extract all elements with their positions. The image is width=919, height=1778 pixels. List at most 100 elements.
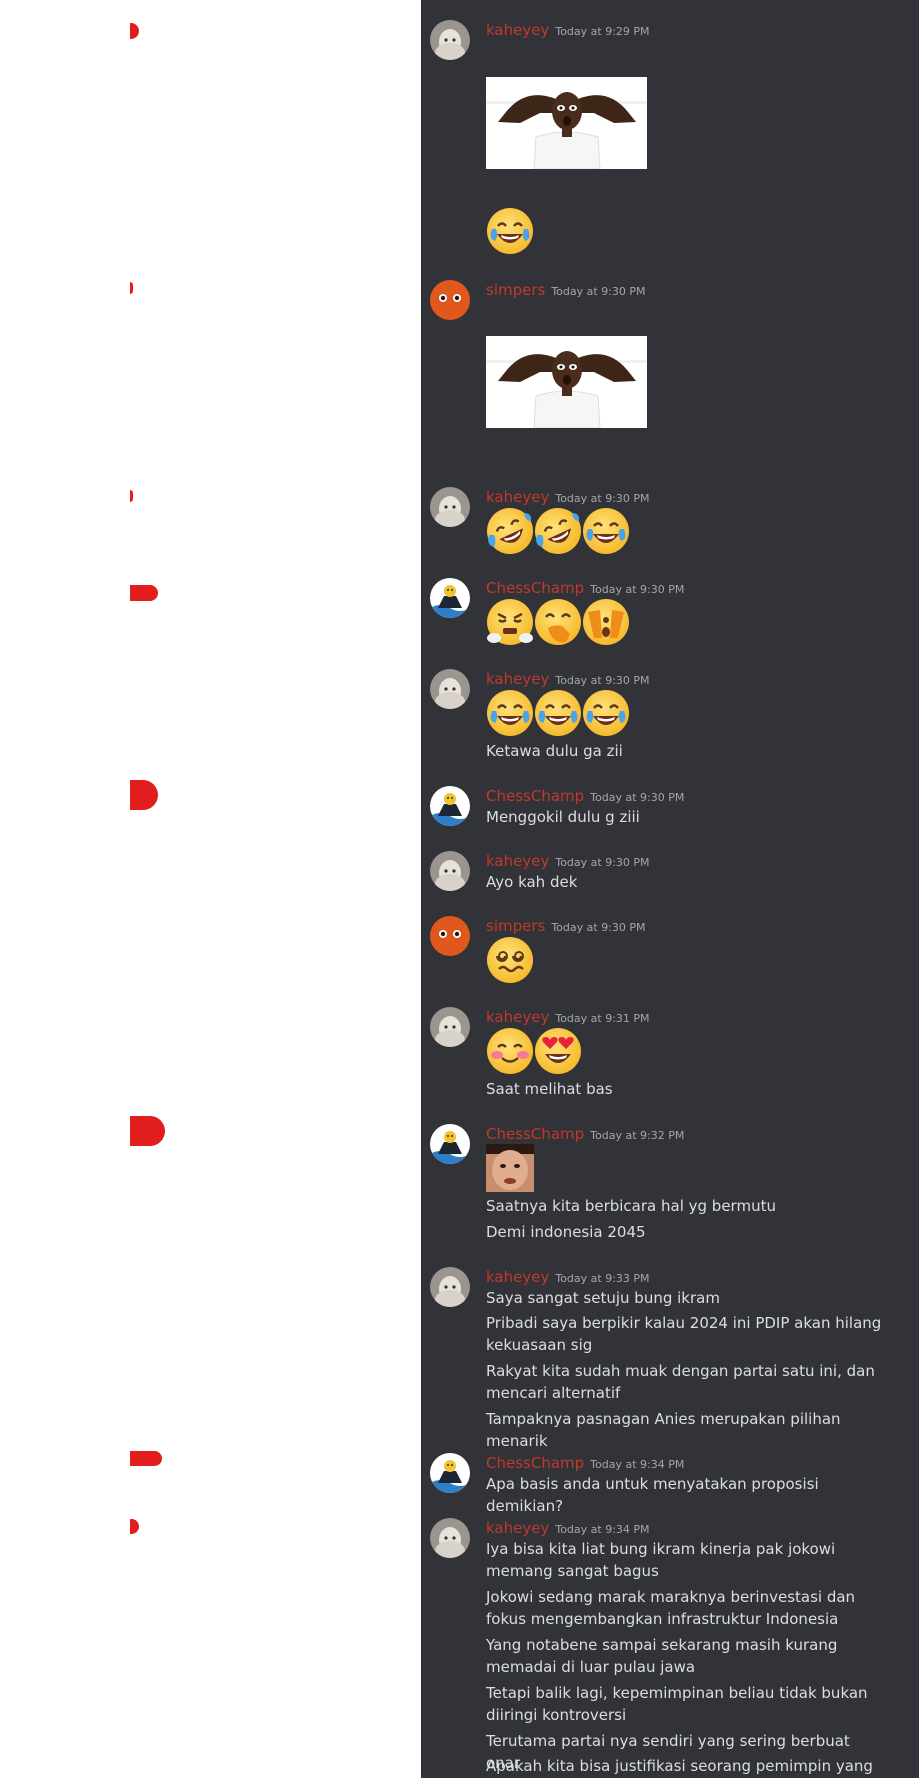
timestamp: Today at 9:30 PM xyxy=(590,583,685,596)
triumph-emoji-icon xyxy=(486,598,534,646)
user-avatar[interactable] xyxy=(430,1518,470,1558)
username[interactable]: kaheyey xyxy=(486,1519,549,1537)
joy-emoji-icon xyxy=(486,689,534,737)
emoji-row xyxy=(486,1027,582,1077)
emoji-row xyxy=(486,598,630,648)
joy-emoji-icon xyxy=(582,689,630,737)
emoji-row xyxy=(486,207,534,257)
unread-marker xyxy=(130,1116,165,1146)
user-avatar[interactable] xyxy=(430,1453,470,1493)
emoji-row xyxy=(486,936,534,986)
username[interactable]: ChessChamp xyxy=(486,1125,584,1143)
timestamp: Today at 9:30 PM xyxy=(555,674,650,687)
message-text: Apa basis anda untuk menyatakan proposis… xyxy=(486,1475,819,1515)
user-avatar[interactable] xyxy=(430,578,470,618)
joy-emoji-icon xyxy=(534,689,582,737)
user-avatar[interactable] xyxy=(430,851,470,891)
message-text: Apakah kita bisa justifikasi seorang pem… xyxy=(486,1757,873,1775)
message-text: Menggokil dulu g ziii xyxy=(486,808,640,826)
timestamp: Today at 9:32 PM xyxy=(590,1129,685,1142)
username[interactable]: kaheyey xyxy=(486,488,549,506)
message-text: Saya sangat setuju bung ikram xyxy=(486,1289,720,1307)
message-text: Saat melihat bas xyxy=(486,1080,613,1098)
emoji-row xyxy=(486,689,630,739)
peeking-emoji-icon xyxy=(582,598,630,646)
timestamp: Today at 9:34 PM xyxy=(590,1458,685,1471)
timestamp: Today at 9:30 PM xyxy=(555,492,650,505)
rofl-emoji-icon xyxy=(486,507,534,555)
username[interactable]: kaheyey xyxy=(486,21,549,39)
username[interactable]: ChessChamp xyxy=(486,579,584,597)
timestamp: Today at 9:29 PM xyxy=(555,25,650,38)
message-header: kaheyey Today at 9:34 PM xyxy=(486,1518,650,1537)
message-text: Jokowi sedang marak maraknya berinvestas… xyxy=(486,1588,856,1628)
message-header: kaheyey Today at 9:31 PM xyxy=(486,1007,650,1026)
joy-emoji-icon xyxy=(582,507,630,555)
user-avatar[interactable] xyxy=(430,20,470,60)
timestamp: Today at 9:33 PM xyxy=(555,1272,650,1285)
user-avatar[interactable] xyxy=(430,916,470,956)
username[interactable]: simpers xyxy=(486,917,545,935)
unread-marker xyxy=(130,1451,162,1466)
heart-eyes-emoji-icon xyxy=(534,1027,582,1075)
message-text: Ketawa dulu ga zii xyxy=(486,742,623,760)
left-pane xyxy=(0,0,421,1778)
unread-marker xyxy=(130,23,139,39)
user-avatar[interactable] xyxy=(430,1007,470,1047)
message-text: Pribadi saya berpikir kalau 2024 ini PDI… xyxy=(486,1314,882,1354)
message-header: ChessChamp Today at 9:30 PM xyxy=(486,578,684,597)
user-avatar[interactable] xyxy=(430,1267,470,1307)
username[interactable]: kaheyey xyxy=(486,670,549,688)
username[interactable]: kaheyey xyxy=(486,1008,549,1026)
message-header: simpers Today at 9:30 PM xyxy=(486,916,646,935)
unread-marker xyxy=(130,490,133,502)
message-text: Iya bisa kita liat bung ikram kinerja pa… xyxy=(486,1540,836,1580)
username[interactable]: simpers xyxy=(486,281,545,299)
username[interactable]: ChessChamp xyxy=(486,1454,584,1472)
message-header: ChessChamp Today at 9:34 PM xyxy=(486,1453,684,1472)
user-avatar[interactable] xyxy=(430,786,470,826)
message-text: Tampaknya pasnagan Anies merupakan pilih… xyxy=(486,1410,841,1450)
timestamp: Today at 9:30 PM xyxy=(551,921,646,934)
unread-marker xyxy=(130,780,158,810)
user-avatar[interactable] xyxy=(430,669,470,709)
message-header: ChessChamp Today at 9:30 PM xyxy=(486,786,684,805)
timestamp: Today at 9:30 PM xyxy=(555,856,650,869)
hand-over-mouth-emoji-icon xyxy=(534,598,582,646)
message-text: Ayo kah dek xyxy=(486,873,578,891)
chat-message-list[interactable]: kaheyey Today at 9:29 PM simpers Today at … xyxy=(421,0,919,1778)
message-text: Yang notabene sampai sekarang masih kura… xyxy=(486,1636,838,1676)
user-avatar[interactable] xyxy=(430,487,470,527)
message-text: Saatnya kita berbicara hal yg bermutu xyxy=(486,1197,776,1215)
unread-marker xyxy=(130,585,158,601)
sticker-shocked-man[interactable] xyxy=(486,336,647,428)
woozy-emoji-icon xyxy=(486,936,534,984)
timestamp: Today at 9:30 PM xyxy=(551,285,646,298)
message-header: kaheyey Today at 9:29 PM xyxy=(486,20,650,39)
message-header: simpers Today at 9:30 PM xyxy=(486,280,646,299)
message-header: kaheyey Today at 9:30 PM xyxy=(486,669,650,688)
message-header: ChessChamp Today at 9:32 PM xyxy=(486,1124,684,1143)
username[interactable]: ChessChamp xyxy=(486,787,584,805)
timestamp: Today at 9:34 PM xyxy=(555,1523,650,1536)
message-header: kaheyey Today at 9:30 PM xyxy=(486,487,650,506)
blush-emoji-icon xyxy=(486,1027,534,1075)
joy-emoji-icon xyxy=(486,207,534,255)
timestamp: Today at 9:30 PM xyxy=(590,791,685,804)
username[interactable]: kaheyey xyxy=(486,1268,549,1286)
message-header: kaheyey Today at 9:33 PM xyxy=(486,1267,650,1286)
sticker-shocked-man[interactable] xyxy=(486,77,647,169)
sticker-face[interactable] xyxy=(486,1144,534,1192)
message-text: Demi indonesia 2045 xyxy=(486,1223,646,1241)
message-header: kaheyey Today at 9:30 PM xyxy=(486,851,650,870)
unread-marker xyxy=(130,1519,139,1534)
user-avatar[interactable] xyxy=(430,280,470,320)
username[interactable]: kaheyey xyxy=(486,852,549,870)
timestamp: Today at 9:31 PM xyxy=(555,1012,650,1025)
unread-marker xyxy=(130,282,133,294)
user-avatar[interactable] xyxy=(430,1124,470,1164)
message-text: Tetapi balik lagi, kepemimpinan beliau t… xyxy=(486,1684,868,1724)
message-text: Rakyat kita sudah muak dengan partai sat… xyxy=(486,1362,875,1402)
rofl-emoji-icon xyxy=(534,507,582,555)
emoji-row xyxy=(486,507,630,557)
